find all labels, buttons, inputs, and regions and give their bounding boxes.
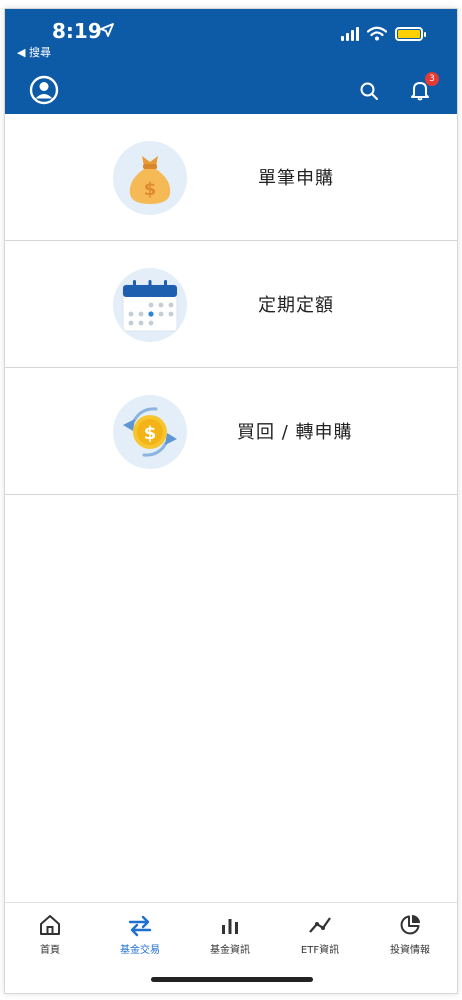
calendar-icon (113, 268, 187, 342)
profile-icon[interactable] (29, 75, 59, 105)
status-time: 8:19 (52, 19, 102, 43)
tab-label: 首頁 (40, 945, 60, 956)
tab-label: 投資情報 (390, 945, 430, 956)
tab-etf-info[interactable]: ETF資訊 (275, 913, 365, 956)
wifi-icon (367, 26, 387, 41)
fund-transaction-menu: $ 單筆申購 定期定額 $ 買回 / 轉申購 (5, 114, 457, 495)
exchange-arrows-icon (128, 915, 152, 937)
line-chart-icon (309, 917, 331, 933)
menu-item-label: 定期定額 (258, 295, 334, 316)
tab-investment-intelligence[interactable]: 投資情報 (365, 913, 455, 956)
menu-item-label: 單筆申購 (258, 168, 334, 189)
bottom-tab-bar: 首頁 基金交易 基金資訊 ETF資訊 投資情報 (5, 902, 457, 993)
tab-label: ETF資訊 (300, 945, 340, 956)
tab-home[interactable]: 首頁 (5, 913, 95, 956)
menu-item-redeem-switch[interactable]: $ 買回 / 轉申購 (5, 368, 457, 495)
status-bar: 8:19 ◀ 搜尋 (5, 9, 457, 67)
menu-item-regular-investment[interactable]: 定期定額 (5, 241, 457, 368)
notification-badge: 3 (425, 72, 439, 86)
app-frame: 8:19 ◀ 搜尋 3 $ 單筆申購 定期定額 $ 買回 / 轉申購 首頁 基金… (4, 8, 458, 994)
location-arrow-icon (100, 23, 114, 37)
bar-chart-icon (222, 919, 238, 934)
home-icon (40, 915, 60, 935)
app-header: 3 (5, 67, 457, 114)
money-bag-icon: $ (113, 141, 187, 215)
status-icons (341, 26, 426, 41)
tab-label: 基金資訊 (210, 945, 250, 956)
pie-chart-icon (400, 915, 420, 935)
back-to-app-link[interactable]: ◀ 搜尋 (17, 44, 51, 60)
menu-item-single-purchase[interactable]: $ 單筆申購 (5, 114, 457, 241)
tab-fund-trading[interactable]: 基金交易 (95, 913, 185, 956)
tab-label: 基金交易 (120, 945, 160, 956)
cellular-signal-icon (341, 26, 359, 41)
svg-text:$: $ (144, 423, 157, 444)
menu-item-label: 買回 / 轉申購 (237, 422, 353, 443)
coin-exchange-icon: $ (113, 395, 187, 469)
battery-icon (395, 26, 426, 41)
svg-text:$: $ (144, 179, 157, 200)
home-indicator[interactable] (151, 977, 313, 982)
tab-fund-info[interactable]: 基金資訊 (185, 913, 275, 956)
search-icon[interactable] (359, 81, 379, 101)
